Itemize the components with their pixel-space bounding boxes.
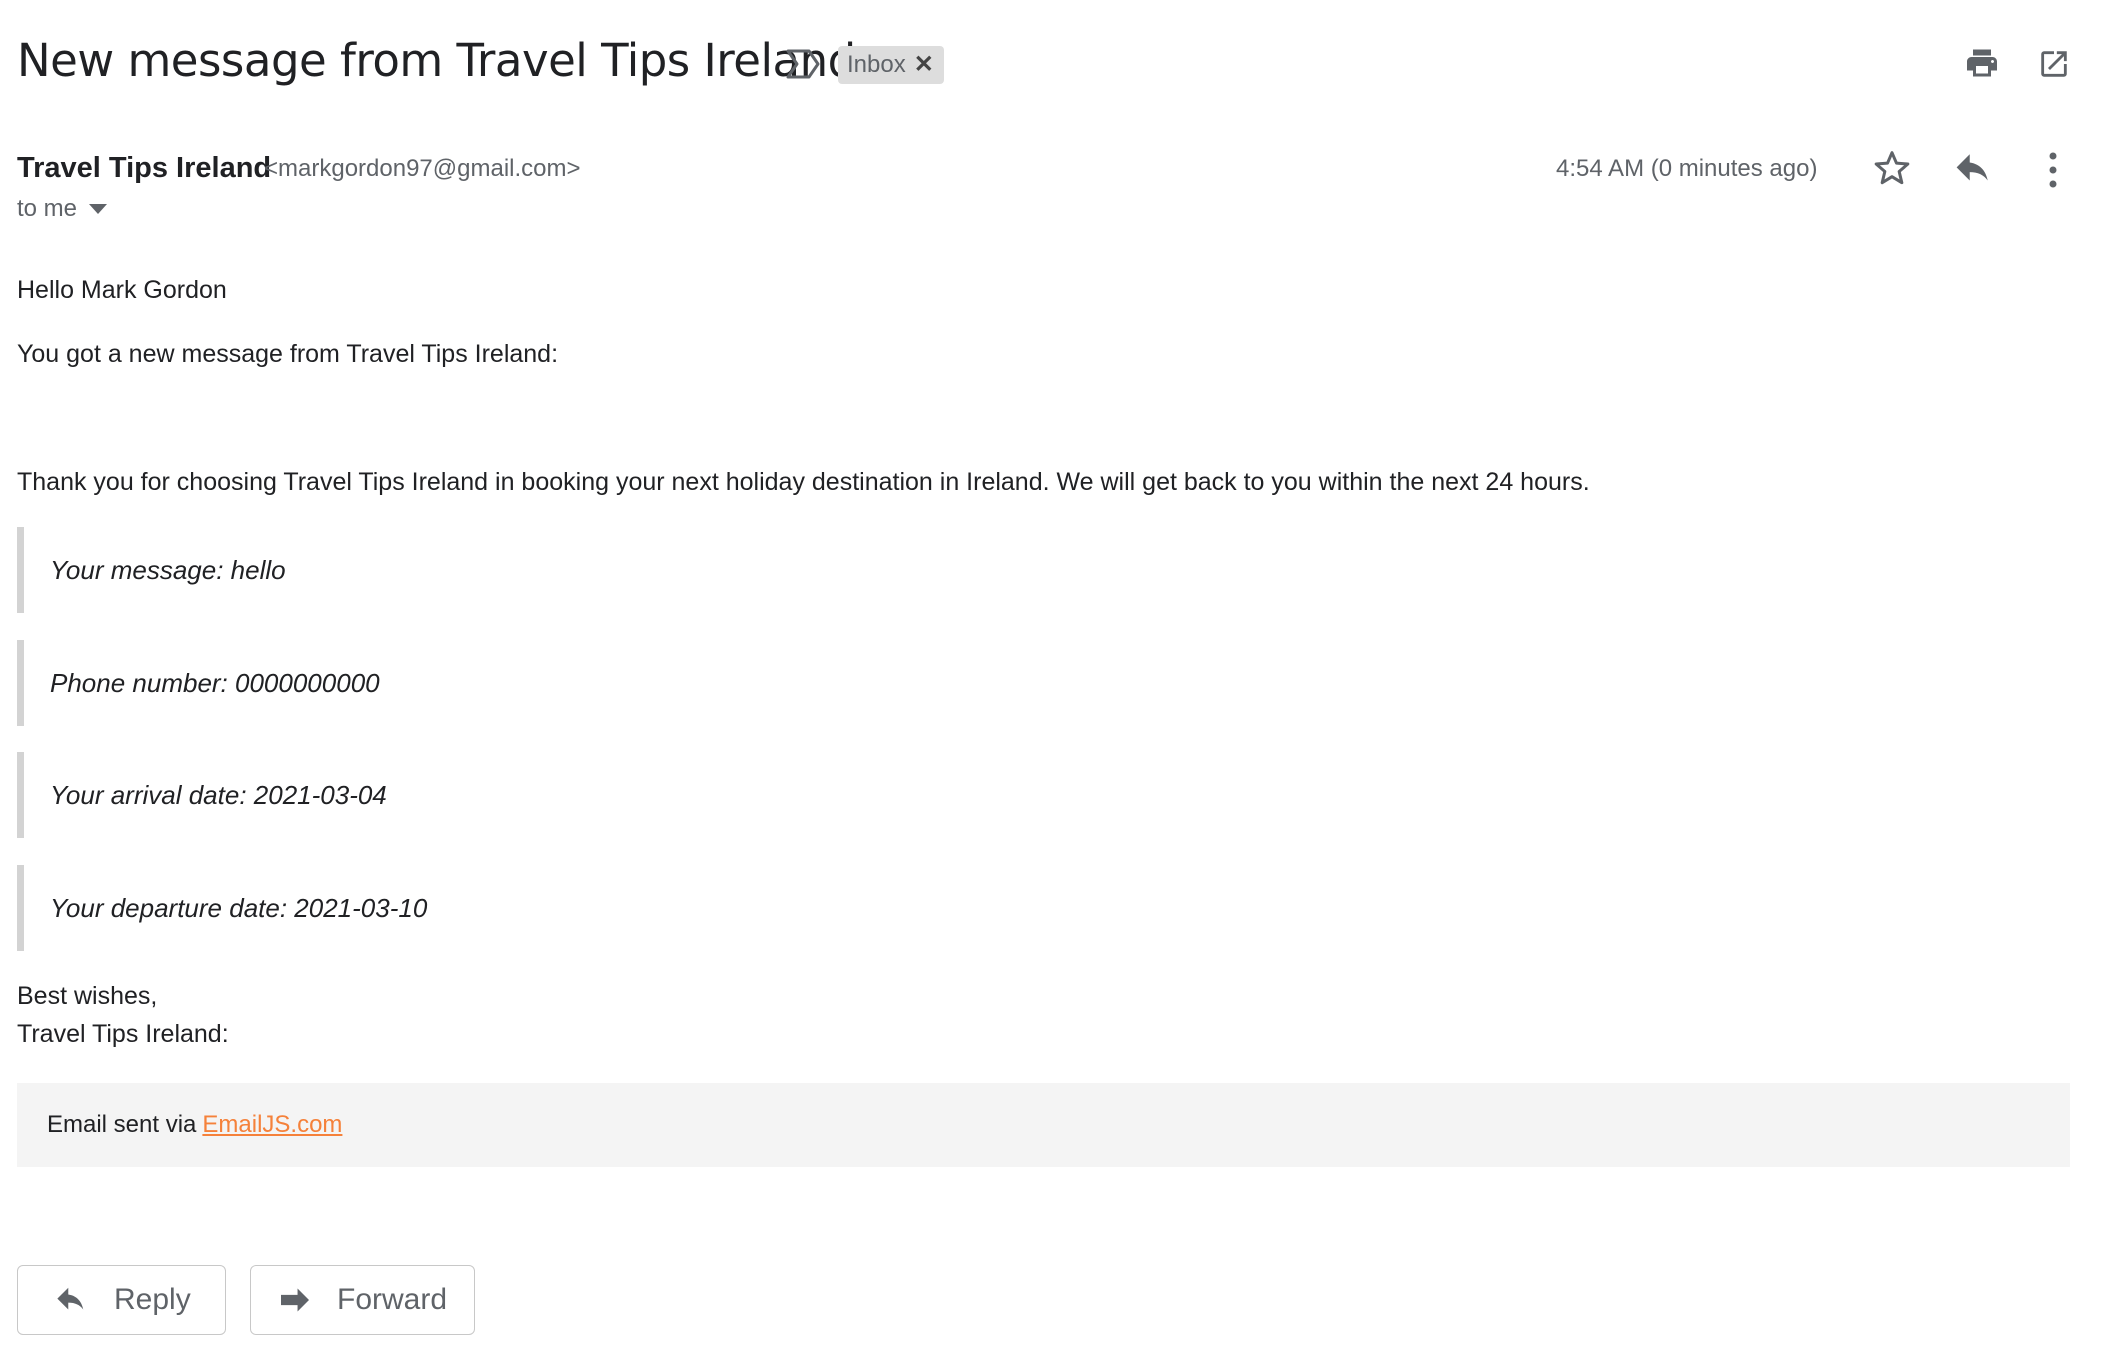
emailjs-link[interactable]: EmailJS.com bbox=[202, 1111, 342, 1139]
forward-button[interactable]: Forward bbox=[250, 1265, 475, 1335]
sender-email: <markgordon97@gmail.com> bbox=[264, 155, 581, 182]
quote-block: Your arrival date: 2021-03-04 bbox=[17, 752, 617, 838]
forward-button-label: Forward bbox=[337, 1283, 448, 1316]
reply-icon bbox=[57, 1287, 84, 1310]
quote-block: Your departure date: 2021-03-10 bbox=[17, 865, 617, 951]
label-chip-inbox: Inbox ✕ bbox=[838, 46, 944, 84]
reply-icon[interactable] bbox=[1953, 151, 1993, 187]
more-vert-icon[interactable] bbox=[2043, 150, 2063, 190]
recipient-details-toggle[interactable]: to me bbox=[17, 195, 108, 223]
recipient-label: to me bbox=[17, 195, 78, 222]
close-icon[interactable]: ✕ bbox=[914, 53, 934, 77]
star-icon[interactable] bbox=[1872, 148, 1912, 188]
email-footer: Email sent via EmailJS.com bbox=[17, 1083, 2070, 1167]
message-timestamp: 4:54 AM (0 minutes ago) bbox=[1556, 155, 1818, 182]
signoff-text: Best wishes, bbox=[17, 982, 158, 1010]
label-chip-text: Inbox bbox=[847, 51, 906, 78]
forward-icon bbox=[281, 1288, 309, 1312]
quote-block: Phone number: 0000000000 bbox=[17, 640, 617, 726]
greeting-text: Hello Mark Gordon bbox=[17, 276, 227, 304]
signoff-signature: Travel Tips Ireland: bbox=[17, 1020, 229, 1048]
open-in-new-window-icon[interactable] bbox=[2037, 47, 2071, 81]
print-icon[interactable] bbox=[1964, 45, 2000, 81]
email-subject: New message from Travel Tips Ireland bbox=[17, 34, 856, 87]
important-marker-icon[interactable] bbox=[785, 48, 821, 80]
thanks-paragraph: Thank you for choosing Travel Tips Irela… bbox=[17, 468, 1590, 496]
quote-block: Your message: hello bbox=[17, 527, 617, 613]
intro-text: You got a new message from Travel Tips I… bbox=[17, 340, 559, 368]
reply-button[interactable]: Reply bbox=[17, 1265, 226, 1335]
chevron-down-icon[interactable] bbox=[89, 204, 108, 214]
reply-button-label: Reply bbox=[114, 1283, 191, 1316]
footer-text: Email sent via bbox=[47, 1111, 197, 1138]
sender-name[interactable]: Travel Tips Ireland bbox=[17, 152, 271, 185]
